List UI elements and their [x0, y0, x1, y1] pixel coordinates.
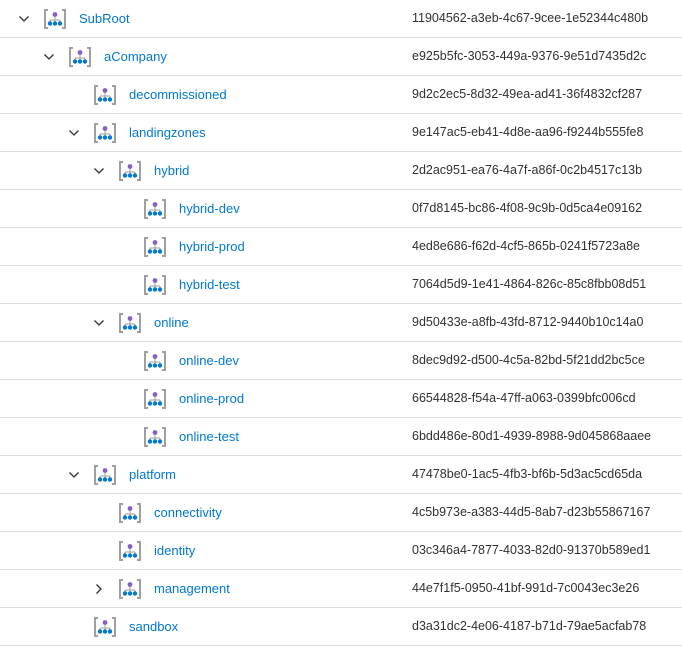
management-group-icon [93, 122, 117, 144]
management-group-id: 4c5b973e-a383-44d5-8ab7-d23b55867167 [412, 505, 651, 519]
chevron-down-icon[interactable] [18, 13, 30, 25]
management-group-name-link[interactable]: online-prod [179, 391, 244, 406]
management-group-name-link[interactable]: online-test [179, 429, 239, 444]
tree-row[interactable]: landingzones 9e147ac5-eb41-4d8e-aa96-f924… [0, 114, 682, 152]
management-group-name-link[interactable]: hybrid-test [179, 277, 240, 292]
management-group-icon [118, 540, 142, 562]
management-group-name-link[interactable]: online-dev [179, 353, 239, 368]
chevron-down-icon[interactable] [93, 317, 105, 329]
tree-row[interactable]: online-test 6bdd486e-80d1-4939-8988-9d045… [0, 418, 682, 456]
management-group-name-link[interactable]: landingzones [129, 125, 206, 140]
management-group-icon [143, 350, 167, 372]
management-group-id: 6bdd486e-80d1-4939-8988-9d045868aaee [412, 429, 652, 443]
tree-row[interactable]: connectivity 4c5b973e-a383-44d5-8ab7-d23b… [0, 494, 682, 532]
management-group-name-link[interactable]: connectivity [154, 505, 222, 520]
chevron-down-icon[interactable] [43, 51, 55, 63]
management-group-icon [143, 236, 167, 258]
management-group-id: 03c346a4-7877-4033-82d0-91370b589ed1 [412, 543, 651, 557]
management-group-icon [118, 578, 142, 600]
tree-row[interactable]: hybrid-prod 4ed8e686-f62d-4cf5-865b-0241f… [0, 228, 682, 266]
management-group-name-link[interactable]: decommissioned [129, 87, 227, 102]
chevron-right-icon[interactable] [93, 583, 105, 595]
management-group-id: e925b5fc-3053-449a-9376-9e51d7435d2c [412, 49, 647, 63]
tree-row[interactable]: aCompany e925b5fc-3053-449a-9376-9e51d743… [0, 38, 682, 76]
management-group-name-link[interactable]: platform [129, 467, 176, 482]
chevron-down-icon[interactable] [68, 469, 80, 481]
management-group-id: 9d50433e-a8fb-43fd-8712-9440b10c14a0 [412, 315, 644, 329]
management-group-name-link[interactable]: aCompany [104, 49, 167, 64]
management-group-icon [143, 426, 167, 448]
management-group-icon [118, 312, 142, 334]
management-group-icon [143, 274, 167, 296]
management-group-name-link[interactable]: sandbox [129, 619, 178, 634]
tree-row[interactable]: SubRoot 11904562-a3eb-4c67-9cee-1e52344c4… [0, 0, 682, 38]
tree-row[interactable]: identity 03c346a4-7877-4033-82d0-91370b58… [0, 532, 682, 570]
management-group-name-link[interactable]: hybrid-prod [179, 239, 245, 254]
management-group-icon [118, 502, 142, 524]
tree-row[interactable]: hybrid 2d2ac951-ea76-4a7f-a86f-0c2b4517c1… [0, 152, 682, 190]
management-group-icon [93, 464, 117, 486]
chevron-down-icon[interactable] [93, 165, 105, 177]
management-group-icon [143, 198, 167, 220]
management-group-name-link[interactable]: identity [154, 543, 195, 558]
tree-row[interactable]: online-dev 8dec9d92-d500-4c5a-82bd-5f21dd… [0, 342, 682, 380]
management-group-icon [93, 84, 117, 106]
management-group-icon [118, 160, 142, 182]
tree-row[interactable]: decommissioned 9d2c2ec5-8d32-49ea-ad41-36… [0, 76, 682, 114]
management-group-name-link[interactable]: online [154, 315, 189, 330]
management-group-id: 66544828-f54a-47ff-a063-0399bfc006cd [412, 391, 636, 405]
management-group-id: 8dec9d92-d500-4c5a-82bd-5f21dd2bc5ce [412, 353, 645, 367]
management-group-id: 0f7d8145-bc86-4f08-9c9b-0d5ca4e09162 [412, 201, 643, 215]
management-group-icon [93, 616, 117, 638]
management-group-icon [43, 8, 67, 30]
tree-row[interactable]: hybrid-test 7064d5d9-1e41-4864-826c-85c8f… [0, 266, 682, 304]
chevron-down-icon[interactable] [68, 127, 80, 139]
management-group-id: 47478be0-1ac5-4fb3-bf6b-5d3ac5cd65da [412, 467, 643, 481]
management-group-id: d3a31dc2-4e06-4187-b71d-79ae5acfab78 [412, 619, 647, 633]
tree-row[interactable]: online 9d50433e-a8fb-43fd-8712-9440b10c14… [0, 304, 682, 342]
management-group-id: 9e147ac5-eb41-4d8e-aa96-f9244b555fe8 [412, 125, 644, 139]
management-group-id: 9d2c2ec5-8d32-49ea-ad41-36f4832cf287 [412, 87, 643, 101]
management-group-name-link[interactable]: SubRoot [79, 11, 130, 26]
management-group-name-link[interactable]: hybrid [154, 163, 189, 178]
management-group-id: 4ed8e686-f62d-4cf5-865b-0241f5723a8e [412, 239, 640, 253]
management-group-id: 44e7f1f5-0950-41bf-991d-7c0043ec3e26 [412, 581, 640, 595]
management-group-icon [68, 46, 92, 68]
management-group-id: 11904562-a3eb-4c67-9cee-1e52344c480b [412, 11, 649, 25]
management-group-tree: SubRoot 11904562-a3eb-4c67-9cee-1e52344c4… [0, 0, 682, 646]
management-group-id: 2d2ac951-ea76-4a7f-a86f-0c2b4517c13b [412, 163, 643, 177]
tree-row[interactable]: online-prod 66544828-f54a-47ff-a063-0399b… [0, 380, 682, 418]
management-group-name-link[interactable]: management [154, 581, 230, 596]
tree-row[interactable]: sandbox d3a31dc2-4e06-4187-b71d-79ae5acfa… [0, 608, 682, 646]
tree-row[interactable]: hybrid-dev 0f7d8145-bc86-4f08-9c9b-0d5ca4… [0, 190, 682, 228]
tree-row[interactable]: platform 47478be0-1ac5-4fb3-bf6b-5d3ac5cd… [0, 456, 682, 494]
tree-row[interactable]: management 44e7f1f5-0950-41bf-991d-7c0043… [0, 570, 682, 608]
management-group-id: 7064d5d9-1e41-4864-826c-85c8fbb08d51 [412, 277, 647, 291]
management-group-icon [143, 388, 167, 410]
management-group-name-link[interactable]: hybrid-dev [179, 201, 240, 216]
